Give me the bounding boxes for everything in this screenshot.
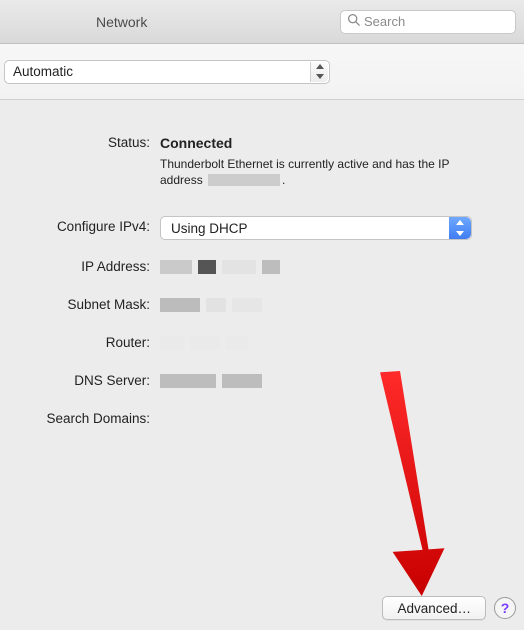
- subnet-mask-label: Subnet Mask:: [0, 294, 160, 316]
- location-select[interactable]: Automatic: [4, 60, 330, 84]
- dns-server-value: [160, 370, 262, 392]
- window-title: Network: [0, 14, 147, 30]
- advanced-button[interactable]: Advanced…: [382, 596, 486, 620]
- search-domains-label: Search Domains:: [0, 408, 160, 430]
- status-detail: Thunderbolt Ethernet is currently active…: [160, 156, 460, 188]
- ip-address-label: IP Address:: [0, 256, 160, 278]
- subnet-mask-value: [160, 294, 262, 316]
- stepper-icon: [310, 62, 328, 82]
- configure-ipv4-label: Configure IPv4:: [0, 216, 160, 238]
- titlebar: Network: [0, 0, 524, 44]
- ip-address-value: [160, 256, 280, 278]
- location-bar: Automatic: [0, 44, 524, 100]
- configure-ipv4-value: Using DHCP: [171, 221, 248, 236]
- help-icon: ?: [501, 600, 510, 616]
- router-value: [160, 332, 248, 354]
- search-input[interactable]: [364, 14, 509, 29]
- search-icon: [347, 13, 360, 31]
- status-value: Connected: [160, 132, 232, 154]
- location-value: Automatic: [13, 64, 73, 79]
- status-label: Status:: [0, 132, 160, 154]
- redacted-ip: [208, 174, 280, 186]
- configure-ipv4-select[interactable]: Using DHCP: [160, 216, 472, 240]
- updown-icon: [449, 217, 471, 239]
- search-field[interactable]: [340, 10, 516, 34]
- footer: Advanced… ?: [382, 596, 516, 620]
- advanced-button-label: Advanced…: [397, 601, 471, 616]
- network-details: Status: Connected Thunderbolt Ethernet i…: [0, 100, 524, 430]
- router-label: Router:: [0, 332, 160, 354]
- dns-server-label: DNS Server:: [0, 370, 160, 392]
- help-button[interactable]: ?: [494, 597, 516, 619]
